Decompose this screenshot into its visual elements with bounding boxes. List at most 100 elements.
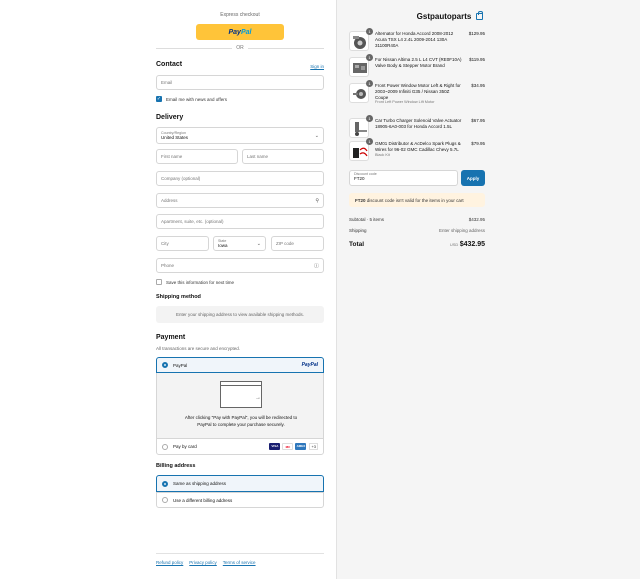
company-field[interactable]: Company (optional) [156, 171, 324, 186]
country-select[interactable]: Country/Region United States ⌄ [156, 127, 324, 144]
contact-heading: Contact [156, 61, 183, 68]
discount-warning-code: FT20 [355, 197, 366, 203]
subtotal-row: Subtotal · 5 items $432.95 [349, 217, 485, 222]
quantity-badge: 1 [366, 138, 373, 145]
subtotal-label: Subtotal · 5 items [349, 217, 385, 222]
first-name-placeholder: First name [161, 154, 183, 159]
quantity-badge: 1 [366, 54, 373, 61]
billing-different-label: Use a different billing address [173, 497, 233, 503]
card-option[interactable]: Pay by card VISA MC AMEX +3 [156, 438, 324, 455]
city-field[interactable]: City [156, 236, 209, 251]
billing-same-label: Same as shipping address [173, 481, 227, 486]
paypal-logo: PayPal [301, 362, 318, 368]
billing-same-radio[interactable] [162, 480, 168, 487]
paypal-radio[interactable] [162, 362, 168, 368]
cart-item: 1 Alternator for Honda Accord 2008-2012 … [349, 28, 485, 53]
shipping-method-notice-text: Enter your shipping address to view avai… [175, 312, 305, 317]
address-placeholder: Address [161, 198, 178, 203]
discount-code-input[interactable]: Discount code FT20 [349, 170, 458, 186]
amex-icon: AMEX [295, 443, 307, 450]
news-offers-checkbox[interactable]: ✓ [156, 96, 162, 102]
paypal-option[interactable]: PayPal PayPal [156, 357, 324, 373]
item-price: $67.95 [471, 118, 485, 123]
card-radio[interactable] [162, 443, 168, 450]
apartment-field[interactable]: Apartment, suite, etc. (optional) [156, 214, 324, 229]
email-field[interactable]: Email [156, 75, 324, 90]
item-price: $129.95 [468, 31, 485, 36]
state-select[interactable]: State Iowa ⌄ [213, 236, 266, 251]
total-value: $432.95 [459, 241, 485, 248]
privacy-policy-link[interactable]: Privacy policy [189, 560, 217, 565]
terms-of-service-link[interactable]: Terms of service [223, 560, 256, 565]
or-divider: OR [156, 45, 324, 51]
news-offers-label: Email me with news and offers [166, 96, 227, 102]
item-thumbnail [349, 57, 369, 77]
email-placeholder: Email [161, 80, 173, 85]
billing-same-option[interactable]: Same as shipping address [156, 475, 324, 492]
more-cards-badge: +3 [309, 443, 318, 450]
card-brands: VISA MC AMEX +3 [267, 443, 318, 450]
total-row: Total USD $432.95 [349, 241, 485, 248]
address-field[interactable]: Address ⚲ [156, 193, 324, 208]
item-name: Front Power Window Motor Left & Right fo… [375, 83, 463, 106]
shopping-bag-icon[interactable] [476, 11, 483, 20]
apartment-placeholder: Apartment, suite, etc. (optional) [161, 219, 224, 224]
state-value: Iowa [218, 243, 228, 248]
chevron-down-icon: ⌄ [256, 240, 261, 247]
save-info-row[interactable]: Save this information for next time [156, 279, 234, 285]
payment-subtitle: All transactions are secure and encrypte… [156, 346, 241, 351]
cart-item: 1 For Nissan Altima 2.5 L L4 CVT (RE0F10… [349, 54, 485, 79]
paypal-redirect-panel: → After clicking "Pay with PayPal", you … [156, 373, 324, 438]
item-price: $34.95 [471, 83, 485, 88]
item-price: $79.95 [471, 141, 485, 146]
save-info-label: Save this information for next time [166, 279, 235, 285]
last-name-placeholder: Last name [247, 154, 269, 159]
item-name: Car Turbo Charger Solenoid Valve Actuato… [375, 118, 462, 129]
item-thumbnail [349, 141, 369, 161]
apply-discount-button[interactable]: Apply [461, 170, 485, 186]
country-value: United States [161, 135, 189, 140]
paypal-redirect-text: After clicking "Pay with PayPal", you wi… [157, 415, 325, 428]
paypal-express-button[interactable]: Pay Pal [196, 24, 284, 40]
sign-in-link[interactable]: Sign in [310, 64, 324, 69]
phone-placeholder: Phone [161, 263, 175, 268]
item-name: Alternator for Honda Accord 2008-2012 Ac… [375, 31, 454, 48]
footer-divider [156, 553, 324, 554]
cart-item: 1 Car Turbo Charger Solenoid Valve Actua… [349, 115, 485, 138]
item-thumbnail [349, 118, 369, 138]
search-icon: ⚲ [315, 197, 319, 204]
phone-field[interactable]: Phone ⓘ [156, 258, 324, 273]
paypal-logo-pal: Pal [240, 28, 252, 36]
visa-icon: VISA [269, 443, 281, 450]
billing-different-option[interactable]: Use a different billing address [156, 492, 324, 508]
delivery-heading: Delivery [156, 114, 184, 121]
mastercard-icon: MC [282, 443, 294, 450]
paypal-logo-pay: Pay [228, 28, 241, 36]
help-icon[interactable]: ⓘ [314, 262, 319, 269]
or-label: OR [236, 45, 244, 51]
shipping-method-heading: Shipping method [156, 294, 201, 300]
quantity-badge: 1 [366, 80, 373, 87]
save-info-checkbox[interactable] [156, 279, 162, 285]
news-offers-row[interactable]: ✓ Email me with news and offers [156, 96, 227, 102]
currency-code: USD [449, 242, 459, 247]
last-name-field[interactable]: Last name [242, 149, 324, 164]
item-title: GM01 Distributor & AcDelco Spark Plugs &… [375, 141, 461, 152]
item-name: For Nissan Altima 2.5 L L4 CVT (RE0F10A)… [375, 57, 462, 68]
total-label: Total [349, 241, 365, 248]
cart-item: 1 Front Power Window Motor Left & Right … [349, 80, 485, 109]
payment-heading: Payment [156, 334, 186, 341]
item-thumbnail [349, 83, 369, 103]
arrow-right-icon: → [255, 395, 261, 401]
paypal-option-label: PayPal [173, 362, 188, 368]
first-name-field[interactable]: First name [156, 149, 238, 164]
billing-heading: Billing address [156, 463, 196, 469]
zip-placeholder: ZIP code [276, 241, 294, 246]
express-checkout-label: Express checkout [220, 12, 260, 18]
billing-different-radio[interactable] [162, 497, 168, 503]
shipping-method-notice: Enter your shipping address to view avai… [156, 306, 324, 323]
zip-field[interactable]: ZIP code [271, 236, 324, 251]
refund-policy-link[interactable]: Refund policy [156, 560, 183, 565]
item-price: $119.95 [469, 57, 485, 62]
subtotal-value: $432.95 [468, 217, 485, 222]
